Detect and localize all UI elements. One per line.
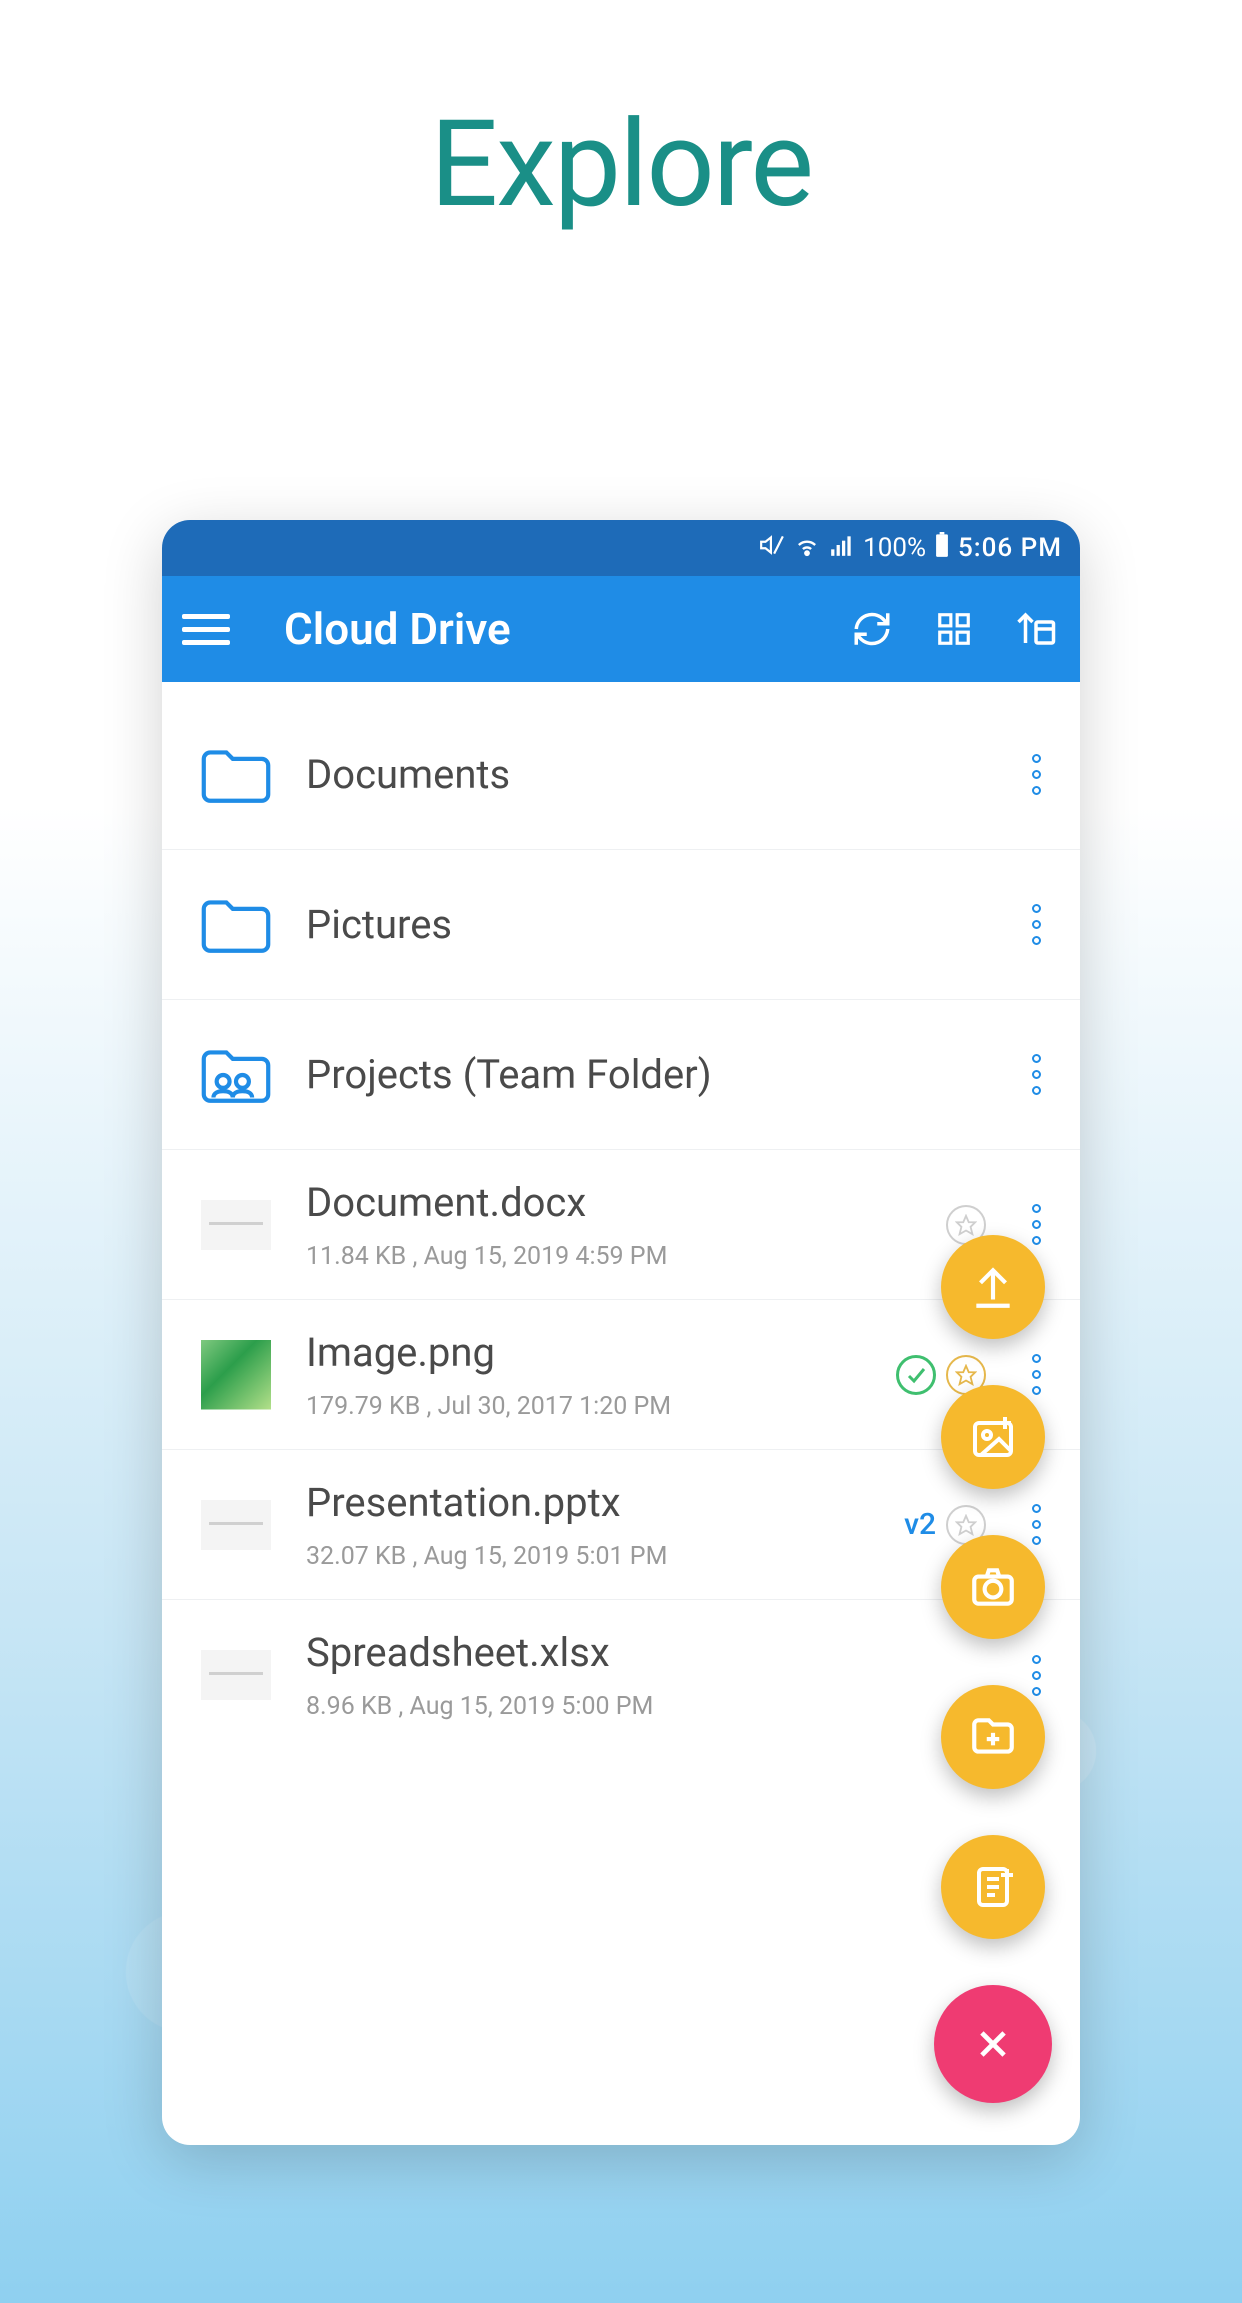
promo-title: Explore <box>0 95 1242 235</box>
app-title: Cloud Drive <box>284 603 511 655</box>
folder-icon <box>196 741 276 809</box>
item-name: Projects (Team Folder) <box>306 1051 986 1098</box>
sync-icon[interactable] <box>848 605 896 653</box>
item-meta: 11.84 KB , Aug 15, 2019 4:59 PM <box>306 1242 916 1271</box>
more-icon[interactable] <box>1016 904 1056 945</box>
doc-thumb-icon <box>196 1191 276 1259</box>
app-bar: Cloud Drive <box>162 576 1080 682</box>
fab-camera[interactable] <box>941 1535 1045 1639</box>
version-badge: v2 <box>904 1507 936 1542</box>
check-green-icon <box>896 1355 936 1395</box>
item-name: Documents <box>306 751 986 798</box>
menu-icon[interactable] <box>182 614 230 645</box>
sort-icon[interactable] <box>1012 605 1060 653</box>
more-icon[interactable] <box>1016 754 1056 795</box>
fab-add-folder[interactable] <box>941 1685 1045 1789</box>
item-name: Spreadsheet.xlsx <box>306 1629 986 1676</box>
item-name: Pictures <box>306 901 986 948</box>
team-folder-icon <box>196 1041 276 1109</box>
item-name: Presentation.pptx <box>306 1479 874 1526</box>
fab-add-image[interactable] <box>941 1385 1045 1489</box>
list-item[interactable]: Documents <box>162 700 1080 850</box>
clock: 5:06 PM <box>958 533 1062 563</box>
wifi-icon <box>793 531 821 566</box>
fab-stack <box>934 1235 1052 2103</box>
list-item[interactable]: Pictures <box>162 850 1080 1000</box>
doc-thumb-icon <box>196 1491 276 1559</box>
item-meta: 8.96 KB , Aug 15, 2019 5:00 PM <box>306 1692 986 1721</box>
battery-percent: 100% <box>863 533 926 563</box>
grid-view-icon[interactable] <box>930 605 978 653</box>
doc-thumb-icon <box>196 1641 276 1709</box>
more-icon[interactable] <box>1016 1054 1056 1095</box>
item-name: Document.docx <box>306 1179 916 1226</box>
volume-mute-icon <box>759 532 785 565</box>
item-meta: 32.07 KB , Aug 15, 2019 5:01 PM <box>306 1542 874 1571</box>
image-thumb-icon <box>196 1341 276 1409</box>
status-bar: 100% 5:06 PM <box>162 520 1080 576</box>
fab-add-note[interactable] <box>941 1835 1045 1939</box>
item-meta: 179.79 KB , Jul 30, 2017 1:20 PM <box>306 1392 866 1421</box>
folder-icon <box>196 891 276 959</box>
signal-icon <box>829 532 855 565</box>
fab-close[interactable] <box>934 1985 1052 2103</box>
item-name: Image.png <box>306 1329 866 1376</box>
phone-frame: 100% 5:06 PM Cloud Drive <box>162 520 1080 2145</box>
fab-upload[interactable] <box>941 1235 1045 1339</box>
battery-icon <box>934 532 950 565</box>
list-item[interactable]: Projects (Team Folder) <box>162 1000 1080 1150</box>
